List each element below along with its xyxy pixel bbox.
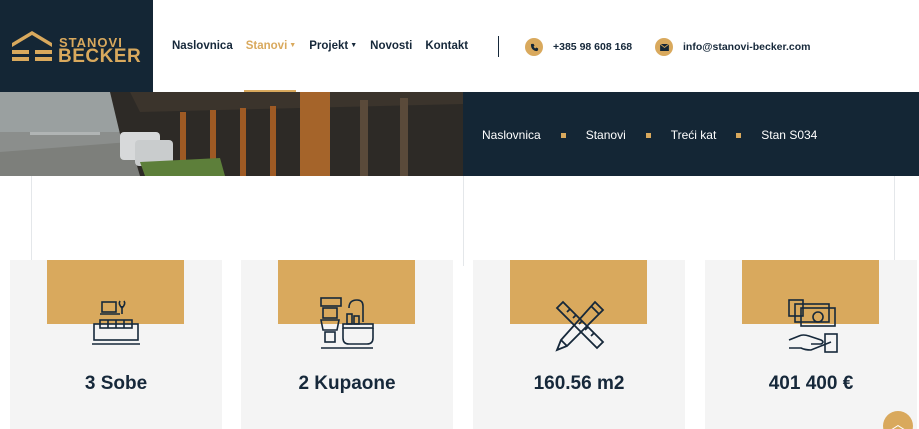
nav-item-naslovnica[interactable]: Naslovnica — [172, 40, 233, 52]
grid-line — [463, 176, 464, 266]
breadcrumb-separator — [560, 132, 566, 138]
feature-card-price: 401 400 € — [705, 260, 917, 429]
sofa-icon — [92, 300, 140, 345]
nav-item-projekt[interactable]: Projekt ▼ — [309, 40, 357, 52]
email-address: info@stanovi-becker.com — [683, 41, 811, 53]
nav-item-projekt-label: Projekt — [309, 40, 349, 52]
chevron-down-icon: ▼ — [350, 42, 358, 50]
feature-card-bathrooms: 2 Kupaone — [241, 260, 453, 429]
phone-icon — [525, 38, 543, 56]
feature-value-area: 160.56 m2 — [533, 373, 625, 394]
feature-card-area: 160.56 m2 — [473, 260, 685, 429]
grid-line — [31, 176, 32, 266]
phone-number: +385 98 608 168 — [553, 41, 633, 53]
building-logo-icon — [12, 31, 52, 61]
chevron-up-icon: ︿ — [891, 416, 905, 429]
breadcrumb-item-naslovnica[interactable]: Naslovnica — [482, 128, 541, 142]
breadcrumb: Naslovnica Stanovi Treći kat Stan S034 — [463, 92, 919, 176]
bathroom-icon — [320, 297, 374, 349]
phone-link[interactable]: +385 98 608 168 — [525, 38, 632, 56]
brand-logo[interactable]: STANOVI BECKER — [0, 0, 153, 92]
nav-item-novosti[interactable]: Novosti — [370, 40, 412, 52]
hero-image — [0, 92, 463, 176]
grid-line — [894, 176, 895, 266]
envelope-icon — [655, 38, 673, 56]
feature-card-rooms: 3 Sobe — [10, 260, 222, 429]
nav-item-stanovi[interactable]: Stanovi ▼ — [246, 40, 296, 52]
chevron-down-icon: ▼ — [289, 42, 297, 50]
breadcrumb-separator — [645, 132, 651, 138]
feature-value-rooms: 3 Sobe — [84, 373, 148, 394]
breadcrumb-item-floor[interactable]: Treći kat — [671, 128, 717, 142]
money-hand-icon — [788, 299, 838, 353]
email-link[interactable]: info@stanovi-becker.com — [655, 38, 811, 56]
nav-item-stanovi-label: Stanovi — [245, 40, 288, 52]
breadcrumb-item-stanovi[interactable]: Stanovi — [586, 128, 626, 142]
brand-name-bottom: BECKER — [58, 46, 142, 67]
feature-value-price: 401 400 € — [768, 373, 854, 394]
feature-value-bathrooms: 2 Kupaone — [298, 373, 396, 394]
ruler-pencil-icon — [555, 300, 605, 352]
nav-item-kontakt[interactable]: Kontakt — [425, 40, 468, 52]
main-nav: Naslovnica Stanovi ▼ Projekt ▼ Novosti Kon… — [172, 40, 481, 52]
nav-divider — [498, 36, 499, 57]
breadcrumb-separator — [736, 132, 742, 138]
breadcrumb-item-current: Stan S034 — [761, 128, 818, 142]
